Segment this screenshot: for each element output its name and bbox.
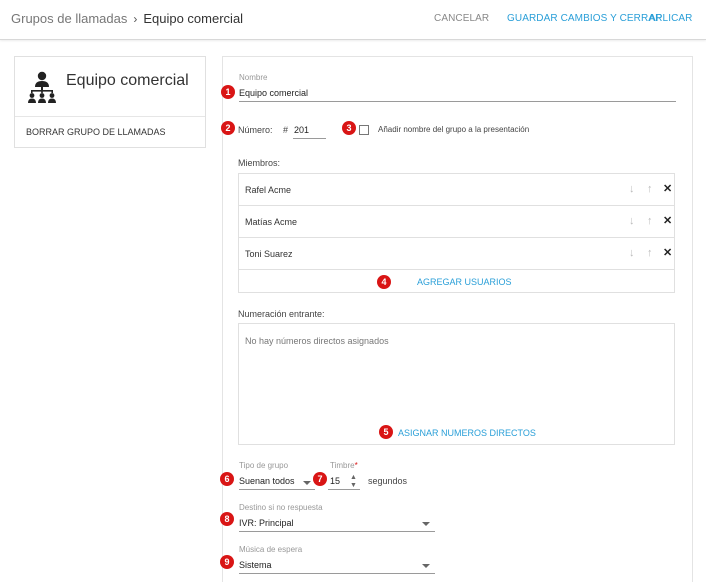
apply-button[interactable]: APLICAR (649, 13, 693, 24)
arrow-down-icon[interactable]: ↓ (629, 183, 635, 195)
name-input-underline (239, 101, 676, 102)
breadcrumb-separator-icon: › (133, 12, 138, 26)
annotation-badge-1: 1 (221, 85, 235, 99)
group-type-label: Tipo de grupo (239, 461, 289, 470)
annotation-badge-7: 7 (313, 472, 327, 486)
breadcrumb-parent[interactable]: Grupos de llamadas (11, 11, 127, 26)
top-bar: Grupos de llamadas › Equipo comercial CANC… (0, 0, 706, 40)
annotation-badge-5: 5 (379, 425, 393, 439)
no-answer-label: Destino si no respuesta (239, 503, 323, 512)
arrow-up-icon[interactable]: ↑ (647, 247, 653, 259)
arrow-up-icon[interactable]: ↑ (647, 183, 653, 195)
ring-time-unit: segundos (368, 476, 408, 486)
hold-music-label: Música de espera (239, 545, 303, 554)
group-type-underline (239, 489, 315, 490)
group-type-select[interactable]: Suenan todos (239, 476, 295, 486)
incoming-numbering-label: Numeración entrante: (238, 309, 325, 319)
assign-dids-button[interactable]: ASIGNAR NUMEROS DIRECTOS (398, 428, 536, 438)
add-name-checkbox-label: Añadir nombre del grupo a la presentació… (378, 125, 530, 134)
spin-up-icon[interactable]: ▲ (350, 474, 357, 481)
no-answer-select[interactable]: IVR: Principal (239, 518, 294, 528)
no-answer-underline (239, 531, 435, 532)
group-hierarchy-icon (28, 71, 56, 103)
group-summary-header: Equipo comercial (15, 57, 205, 117)
annotation-badge-4: 4 (377, 275, 391, 289)
arrow-down-icon[interactable]: ↓ (629, 247, 635, 259)
delete-group-button[interactable]: BORRAR GRUPO DE LLAMADAS (26, 127, 166, 137)
chevron-down-icon[interactable] (422, 522, 430, 526)
ring-time-label: Timbre* (330, 461, 358, 470)
cancel-button[interactable]: CANCELAR (434, 13, 489, 24)
close-icon[interactable]: ✕ (663, 214, 672, 227)
ring-time-underline (328, 489, 360, 490)
hold-music-select[interactable]: Sistema (239, 560, 272, 570)
members-label: Miembros: (238, 158, 281, 168)
close-icon[interactable]: ✕ (663, 246, 672, 259)
required-mark: * (354, 461, 358, 470)
number-input[interactable]: 201 (294, 125, 309, 135)
chevron-down-icon[interactable] (422, 564, 430, 568)
spin-down-icon[interactable]: ▼ (350, 482, 357, 489)
ring-time-label-text: Timbre (330, 461, 355, 470)
add-name-checkbox[interactable] (359, 125, 369, 135)
hold-music-underline (239, 573, 435, 574)
group-title: Equipo comercial (66, 72, 189, 89)
arrow-down-icon[interactable]: ↓ (629, 215, 635, 227)
member-name: Toni Suarez (245, 249, 293, 259)
save-and-close-button[interactable]: GUARDAR CAMBIOS Y CERRAR (507, 13, 662, 24)
annotation-badge-6: 6 (220, 472, 234, 486)
number-label: Número: (238, 125, 273, 135)
annotation-badge-2: 2 (221, 121, 235, 135)
incoming-numbering-empty: No hay números directos asignados (245, 336, 389, 346)
member-row: Rafel Acme ↓ ↑ ✕ (239, 174, 674, 206)
member-row: Matías Acme ↓ ↑ ✕ (239, 206, 674, 238)
breadcrumb: Grupos de llamadas › Equipo comercial (11, 11, 243, 26)
name-input[interactable]: Equipo comercial (239, 88, 308, 98)
members-list: Rafel Acme ↓ ↑ ✕ Matías Acme ↓ ↑ ✕ Toni … (238, 173, 675, 293)
close-icon[interactable]: ✕ (663, 182, 672, 195)
member-name: Matías Acme (245, 217, 298, 227)
annotation-badge-9: 9 (220, 555, 234, 569)
group-summary-card: Equipo comercial BORRAR GRUPO DE LLAMADA… (14, 56, 206, 148)
name-label: Nombre (239, 73, 268, 82)
chevron-down-icon[interactable] (303, 481, 311, 485)
arrow-up-icon[interactable]: ↑ (647, 215, 653, 227)
annotation-badge-8: 8 (220, 512, 234, 526)
number-prefix: # (283, 125, 289, 135)
annotation-badge-3: 3 (342, 121, 356, 135)
number-input-underline (293, 138, 326, 139)
member-name: Rafel Acme (245, 185, 292, 195)
incoming-numbering-box: No hay números directos asignados ASIGNA… (238, 323, 675, 445)
ring-time-input[interactable]: 15 (330, 476, 340, 486)
member-row: Toni Suarez ↓ ↑ ✕ (239, 238, 674, 270)
add-users-button[interactable]: AGREGAR USUARIOS (417, 277, 512, 287)
breadcrumb-current: Equipo comercial (143, 11, 244, 26)
